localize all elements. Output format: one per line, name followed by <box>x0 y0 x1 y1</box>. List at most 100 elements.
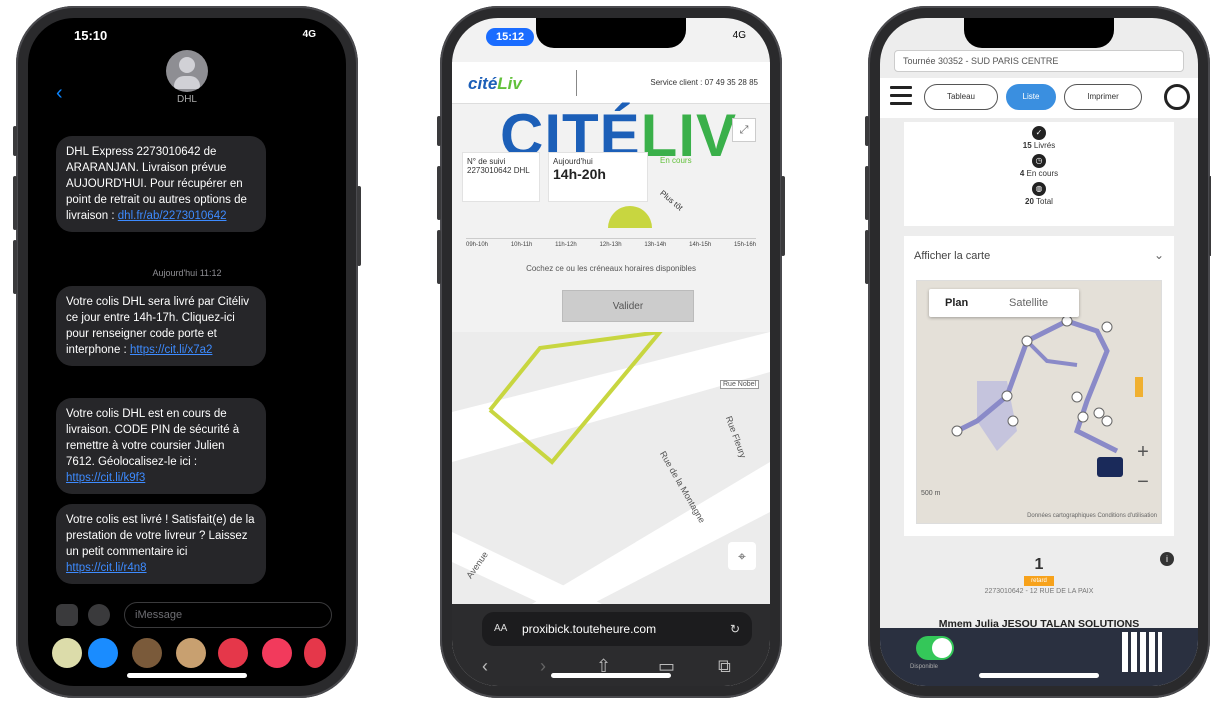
hour-slot[interactable]: 14h-15h <box>689 242 711 252</box>
map-toggle-title[interactable]: Afficher la carte <box>914 250 990 262</box>
map-tab-satellite[interactable]: Satellite <box>1009 297 1048 309</box>
availability-toggle[interactable] <box>916 636 954 660</box>
eta-label: Aujourd'hui <box>553 157 593 166</box>
address-bar[interactable]: AA proxibick.touteheure.com ↻ <box>482 612 752 646</box>
signal-indicator: 4G <box>302 29 316 40</box>
home-indicator[interactable] <box>551 673 671 678</box>
imprimer-button[interactable]: Imprimer <box>1064 84 1142 110</box>
power-button <box>357 186 361 266</box>
phone-tracking-app: Tournée 30352 - SUD PARIS CENTRE Tableau… <box>865 6 1211 698</box>
hamburger-menu-icon[interactable] <box>890 86 912 106</box>
hour-slot[interactable]: 11h-12h <box>555 242 577 252</box>
info-icon[interactable]: i <box>1160 552 1174 566</box>
tableau-button[interactable]: Tableau <box>924 84 998 110</box>
signal-indicator: 4G <box>732 30 746 41</box>
liste-button[interactable]: Liste <box>1006 84 1056 110</box>
phone-browser: 15:12 4G citéLiv Service client : 07 49 … <box>437 6 785 698</box>
message-bubble[interactable]: Votre colis DHL est en cours de livraiso… <box>56 398 266 494</box>
volume-down-button <box>865 230 869 284</box>
locate-icon[interactable]: ⌖ <box>728 542 756 570</box>
stop-card[interactable]: 1 i retard 2273010642 - 12 RUE DE LA PAI… <box>904 544 1174 634</box>
route-map[interactable]: Plan Satellite + − 500 m Données cartogr… <box>916 280 1162 524</box>
notch <box>964 18 1114 48</box>
compose-bar: iMessage <box>42 602 332 628</box>
stop-address: 2273010642 - 12 RUE DE LA PAIX <box>984 588 1094 595</box>
heart-app-icon[interactable] <box>304 638 326 668</box>
delivery-stats: ✓ 15 Livrés ◷ 4 En cours ◍ 20 Total <box>904 122 1174 226</box>
imessage-apps-dock <box>38 636 336 670</box>
hour-slot[interactable]: 15h-16h <box>734 242 756 252</box>
hour-slot[interactable]: 13h-14h <box>644 242 666 252</box>
back-icon[interactable]: ‹ <box>482 656 488 677</box>
map-attribution[interactable]: Données cartographiques Conditions d'uti… <box>957 513 1157 519</box>
map-roads <box>452 332 770 604</box>
toggle-label: Disponible <box>910 664 939 670</box>
stat-count: 20 <box>1025 197 1034 206</box>
order-value: 2273010642 DHL <box>467 166 530 175</box>
message-bubble[interactable]: Votre colis DHL sera livré par Citéliv c… <box>56 286 266 366</box>
globe-icon: ◍ <box>1032 182 1046 196</box>
photos-app-icon[interactable] <box>52 638 82 668</box>
message-text: Votre colis est livré ! Satisfait(e) de … <box>66 514 255 558</box>
memoji-app-icon[interactable] <box>132 638 162 668</box>
camera-icon[interactable] <box>56 604 78 626</box>
chevron-down-icon[interactable]: ⌄ <box>1154 248 1164 262</box>
stat-label: Total <box>1036 197 1053 206</box>
account-icon[interactable] <box>1164 84 1190 110</box>
sticker-app-icon[interactable] <box>176 638 206 668</box>
expand-icon[interactable]: ⤢ <box>732 118 756 142</box>
message-input[interactable]: iMessage <box>124 602 332 628</box>
route-select[interactable]: Tournée 30352 - SUD PARIS CENTRE <box>894 50 1184 72</box>
service-client-label[interactable]: Service client : 07 49 35 28 85 <box>650 78 758 87</box>
tabs-icon[interactable]: ⧉ <box>718 656 731 677</box>
hour-slot[interactable]: 10h-11h <box>511 242 533 252</box>
phone-messages: 15:10 4G ‹ DHL DHL Express 2273010642 de… <box>13 6 361 698</box>
back-chevron-icon[interactable]: ‹ <box>56 82 63 105</box>
order-card: N° de suivi 2273010642 DHL <box>462 152 540 202</box>
volume-up-button <box>865 166 869 220</box>
message-link[interactable]: https://cit.li/k9f3 <box>66 472 145 484</box>
eta-value: 14h-20h <box>553 166 606 182</box>
message-bubble[interactable]: DHL Express 2273010642 de ARARANJAN. Liv… <box>56 136 266 232</box>
status-bar: 15:10 4G <box>28 26 346 46</box>
status-time: 15:12 <box>486 28 535 46</box>
eta-card: Aujourd'hui 14h-20h <box>548 152 648 202</box>
app-store-app-icon[interactable] <box>88 638 118 668</box>
zoom-out-icon[interactable]: − <box>1131 471 1155 493</box>
stat-label: Livrés <box>1033 141 1056 150</box>
search-app-icon[interactable] <box>218 638 248 668</box>
conversation-header: ‹ DHL <box>28 46 346 122</box>
message-bubble[interactable]: Votre colis est livré ! Satisfait(e) de … <box>56 504 266 584</box>
qr-code-icon[interactable] <box>1122 632 1162 672</box>
time-gauge <box>608 206 652 228</box>
home-indicator[interactable] <box>127 673 247 678</box>
home-indicator[interactable] <box>979 673 1099 678</box>
citeliv-logo[interactable]: citéLiv <box>468 74 522 94</box>
message-link[interactable]: dhl.fr/ab/2273010642 <box>118 210 227 222</box>
message-link[interactable]: https://cit.li/r4n8 <box>66 562 147 574</box>
hour-slot[interactable]: 12h-13h <box>600 242 622 252</box>
browser-screen: 15:12 4G citéLiv Service client : 07 49 … <box>452 18 770 686</box>
app-store-icon[interactable] <box>88 604 110 626</box>
tracking-screen: Tournée 30352 - SUD PARIS CENTRE Tableau… <box>880 18 1198 686</box>
contact-name[interactable]: DHL <box>28 94 346 105</box>
url-text[interactable]: proxibick.touteheure.com <box>522 622 656 636</box>
hour-slot[interactable]: 09h-10h <box>466 242 488 252</box>
message-link[interactable]: https://cit.li/x7a2 <box>130 344 212 356</box>
zoom-in-icon[interactable]: + <box>1131 441 1155 463</box>
forward-icon[interactable]: › <box>540 656 546 677</box>
delivery-map[interactable]: Rue de la Montagne Rue Fleury Rue Nobel … <box>452 332 770 604</box>
reader-mode-icon[interactable]: AA <box>494 612 507 646</box>
music-app-icon[interactable] <box>262 638 292 668</box>
site-header: citéLiv Service client : 07 49 35 28 85 <box>452 62 770 104</box>
map-tab-plan[interactable]: Plan <box>945 297 968 309</box>
status-time: 15:10 <box>74 28 108 43</box>
contact-avatar[interactable] <box>166 50 208 92</box>
hour-slots: 09h-10h 10h-11h 11h-12h 12h-13h 13h-14h … <box>466 238 756 252</box>
reload-icon[interactable]: ↻ <box>730 612 740 646</box>
validate-button[interactable]: Valider <box>562 290 694 322</box>
message-timestamp: Aujourd'hui 11:12 <box>152 268 222 278</box>
street-label: Rue Nobel <box>720 380 760 389</box>
stop-status-tag: retard <box>1024 576 1054 586</box>
message-text: Votre colis DHL est en cours de livraiso… <box>66 408 240 468</box>
